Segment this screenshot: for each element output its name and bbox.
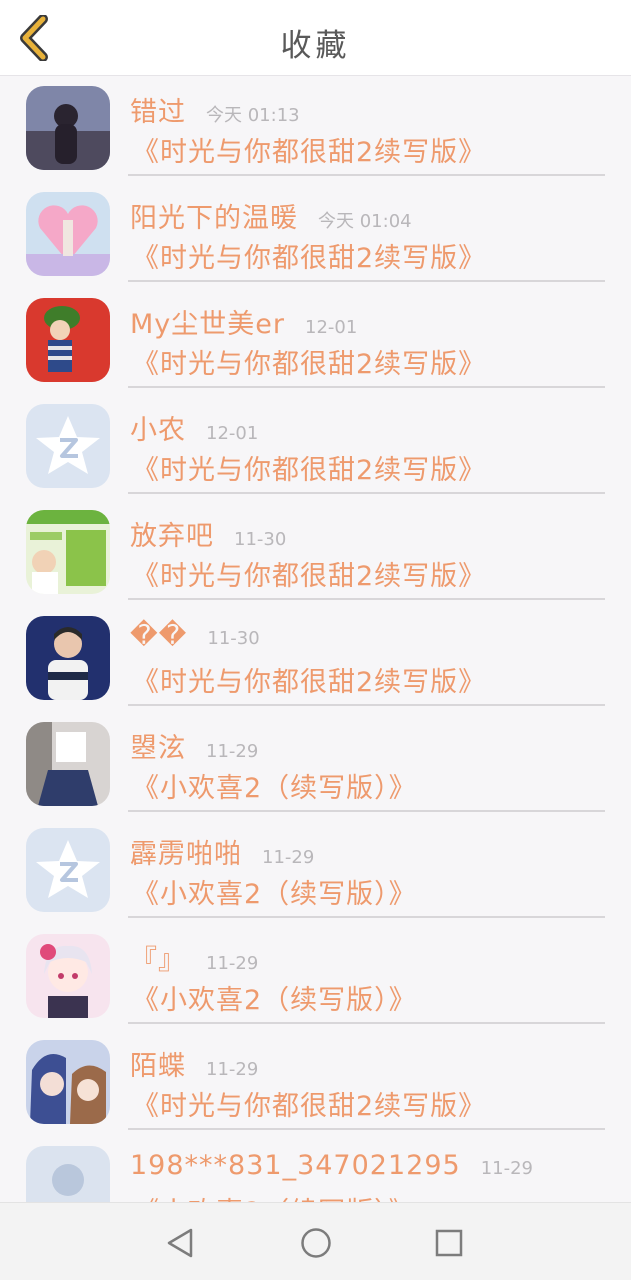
divider bbox=[128, 492, 605, 494]
user-name: 小农 bbox=[130, 415, 186, 446]
list-item[interactable]: My尘世美er 12-01 《时光与你都很甜2续写版》 bbox=[0, 288, 631, 394]
book-title[interactable]: 《时光与你都很甜2续写版》 bbox=[132, 236, 486, 275]
timestamp: 12-01 bbox=[206, 423, 259, 444]
divider bbox=[128, 1128, 605, 1130]
timestamp: 11-30 bbox=[234, 529, 287, 550]
favorites-list[interactable]: 错过 今天 01:13 《时光与你都很甜2续写版》 阳光下的温暖 今天 01:0… bbox=[0, 76, 631, 1202]
circle-home-icon bbox=[301, 1228, 331, 1258]
user-name: 霹雳啪啪 bbox=[130, 839, 242, 870]
book-title[interactable]: 《小欢喜2（续写版）》 bbox=[132, 978, 417, 1017]
divider bbox=[128, 280, 605, 282]
user-name: 陌蝶 bbox=[130, 1051, 186, 1082]
book-title[interactable]: 《时光与你都很甜2续写版》 bbox=[132, 660, 486, 699]
nav-home-button[interactable] bbox=[296, 1223, 336, 1263]
divider bbox=[128, 1022, 605, 1024]
avatar[interactable] bbox=[26, 722, 110, 806]
triangle-back-icon bbox=[167, 1228, 193, 1258]
avatar[interactable] bbox=[26, 1146, 110, 1202]
timestamp: 11-29 bbox=[206, 1059, 259, 1080]
avatar[interactable] bbox=[26, 86, 110, 170]
timestamp: 今天 01:04 bbox=[318, 211, 412, 232]
divider bbox=[128, 386, 605, 388]
book-title[interactable]: 《时光与你都很甜2续写版》 bbox=[132, 448, 486, 487]
avatar[interactable] bbox=[26, 510, 110, 594]
avatar[interactable] bbox=[26, 934, 110, 1018]
book-title[interactable]: 《小欢喜2（续写版）》 bbox=[132, 766, 417, 805]
page-title: 收藏 bbox=[280, 28, 351, 64]
user-name: 曌泫 bbox=[130, 733, 186, 764]
avatar[interactable] bbox=[26, 616, 110, 700]
user-name: 放弃吧 bbox=[130, 521, 214, 552]
list-item[interactable]: 放弃吧 11-30 《时光与你都很甜2续写版》 bbox=[0, 500, 631, 606]
divider bbox=[128, 916, 605, 918]
book-title[interactable]: 《时光与你都很甜2续写版》 bbox=[132, 554, 486, 593]
user-name: �� bbox=[130, 620, 188, 651]
nav-recents-button[interactable] bbox=[429, 1223, 469, 1263]
timestamp: 11-29 bbox=[262, 847, 315, 868]
list-item[interactable]: 198***831_347021295 11-29 《小欢喜2（续写版）》 bbox=[0, 1136, 631, 1202]
user-name: My尘世美er bbox=[130, 309, 285, 340]
book-title[interactable]: 《小欢喜2（续写版）》 bbox=[132, 872, 417, 911]
list-item[interactable]: 错过 今天 01:13 《时光与你都很甜2续写版》 bbox=[0, 76, 631, 182]
avatar[interactable] bbox=[26, 298, 110, 382]
user-name: 阳光下的温暖 bbox=[130, 203, 298, 234]
book-title[interactable]: 《时光与你都很甜2续写版》 bbox=[132, 130, 486, 169]
timestamp: 今天 01:13 bbox=[206, 105, 300, 126]
list-item[interactable]: 陌蝶 11-29 《时光与你都很甜2续写版》 bbox=[0, 1030, 631, 1136]
list-item[interactable]: 曌泫 11-29 《小欢喜2（续写版）》 bbox=[0, 712, 631, 818]
nav-back-button[interactable] bbox=[160, 1223, 200, 1263]
square-recents-icon bbox=[435, 1229, 463, 1257]
avatar[interactable] bbox=[26, 828, 110, 912]
avatar[interactable] bbox=[26, 192, 110, 276]
avatar[interactable] bbox=[26, 404, 110, 488]
list-item[interactable]: 霹雳啪啪 11-29 《小欢喜2（续写版）》 bbox=[0, 818, 631, 924]
book-title[interactable]: 《小欢喜2（续写版）》 bbox=[132, 1190, 417, 1202]
book-title[interactable]: 《时光与你都很甜2续写版》 bbox=[132, 1084, 486, 1123]
divider bbox=[128, 704, 605, 706]
list-item[interactable]: �� 11-30 《时光与你都很甜2续写版》 bbox=[0, 606, 631, 712]
avatar[interactable] bbox=[26, 1040, 110, 1124]
list-item[interactable]: 小农 12-01 《时光与你都很甜2续写版》 bbox=[0, 394, 631, 500]
timestamp: 11-29 bbox=[206, 741, 259, 762]
system-nav-bar bbox=[0, 1202, 631, 1280]
user-name: 『』 bbox=[130, 945, 186, 976]
divider bbox=[128, 810, 605, 812]
timestamp: 12-01 bbox=[305, 317, 358, 338]
header-bar: 收藏 bbox=[0, 0, 631, 76]
user-name: 198***831_347021295 bbox=[130, 1150, 461, 1181]
list-item[interactable]: 阳光下的温暖 今天 01:04 《时光与你都很甜2续写版》 bbox=[0, 182, 631, 288]
divider bbox=[128, 174, 605, 176]
user-name: 错过 bbox=[130, 97, 186, 128]
timestamp: 11-29 bbox=[206, 953, 259, 974]
timestamp: 11-29 bbox=[480, 1158, 533, 1179]
book-title[interactable]: 《时光与你都很甜2续写版》 bbox=[132, 342, 486, 381]
list-item[interactable]: 『』 11-29 《小欢喜2（续写版）》 bbox=[0, 924, 631, 1030]
timestamp: 11-30 bbox=[207, 628, 260, 649]
divider bbox=[128, 598, 605, 600]
